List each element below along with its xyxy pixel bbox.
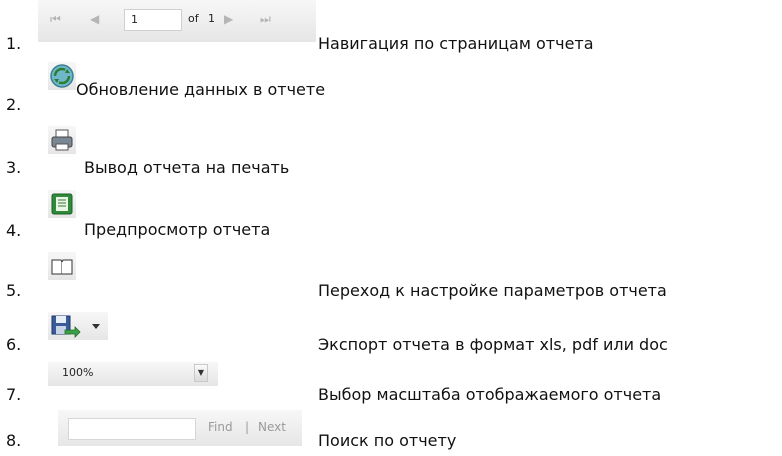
item-number-7: 7. <box>6 385 22 404</box>
item-label-5: Переход к настройке параметров отчета <box>318 281 667 300</box>
parameters-book-icon <box>51 259 73 275</box>
item-number-2: 2. <box>6 95 22 114</box>
find-toolbar: Find | Next <box>58 410 302 446</box>
of-label: of <box>188 12 199 25</box>
item-label-1: Навигация по страницам отчета <box>318 34 594 53</box>
item-number-6: 6. <box>6 335 22 354</box>
preview-icon <box>51 193 73 215</box>
refresh-icon <box>50 64 74 88</box>
export-save-icon <box>51 315 100 338</box>
first-page-icon[interactable]: ⏮ <box>50 12 61 26</box>
item-label-4: Предпросмотр отчета <box>84 220 271 239</box>
item-number-5: 5. <box>6 281 22 300</box>
parameters-button[interactable] <box>48 252 76 280</box>
find-button[interactable]: Find <box>208 420 233 434</box>
item-label-8: Поиск по отчету <box>318 431 457 450</box>
next-page-icon[interactable]: ▶ <box>224 12 233 26</box>
item-number-8: 8. <box>6 431 22 450</box>
zoom-value: 100% <box>62 366 94 379</box>
export-button[interactable] <box>48 312 108 340</box>
print-icon <box>51 129 73 151</box>
refresh-button[interactable] <box>48 62 76 90</box>
item-label-7: Выбор масштаба отображаемого отчета <box>318 385 662 404</box>
zoom-select[interactable]: 100% ▼ <box>48 362 218 386</box>
item-label-3: Вывод отчета на печать <box>84 158 290 177</box>
item-label-2: Обновление данных в отчете <box>76 80 326 99</box>
find-next-button[interactable]: Next <box>258 420 286 434</box>
chevron-down-icon[interactable]: ▼ <box>194 364 208 382</box>
last-page-icon[interactable]: ⏭ <box>260 12 271 26</box>
item-number-4: 4. <box>6 221 22 240</box>
print-button[interactable] <box>48 126 76 154</box>
page-navigation-toolbar: ⏮ ◀ 1 of 1 ▶ ⏭ <box>38 0 316 42</box>
find-separator: | <box>245 420 250 434</box>
preview-button[interactable] <box>48 190 76 218</box>
page-number-input[interactable]: 1 <box>124 9 182 31</box>
item-label-6: Экспорт отчета в формат xls, pdf или doc <box>318 335 668 354</box>
find-input[interactable] <box>68 418 196 440</box>
item-number-3: 3. <box>6 158 22 177</box>
total-pages: 1 <box>208 12 215 25</box>
item-number-1: 1. <box>6 34 22 53</box>
previous-page-icon[interactable]: ◀ <box>90 12 99 26</box>
